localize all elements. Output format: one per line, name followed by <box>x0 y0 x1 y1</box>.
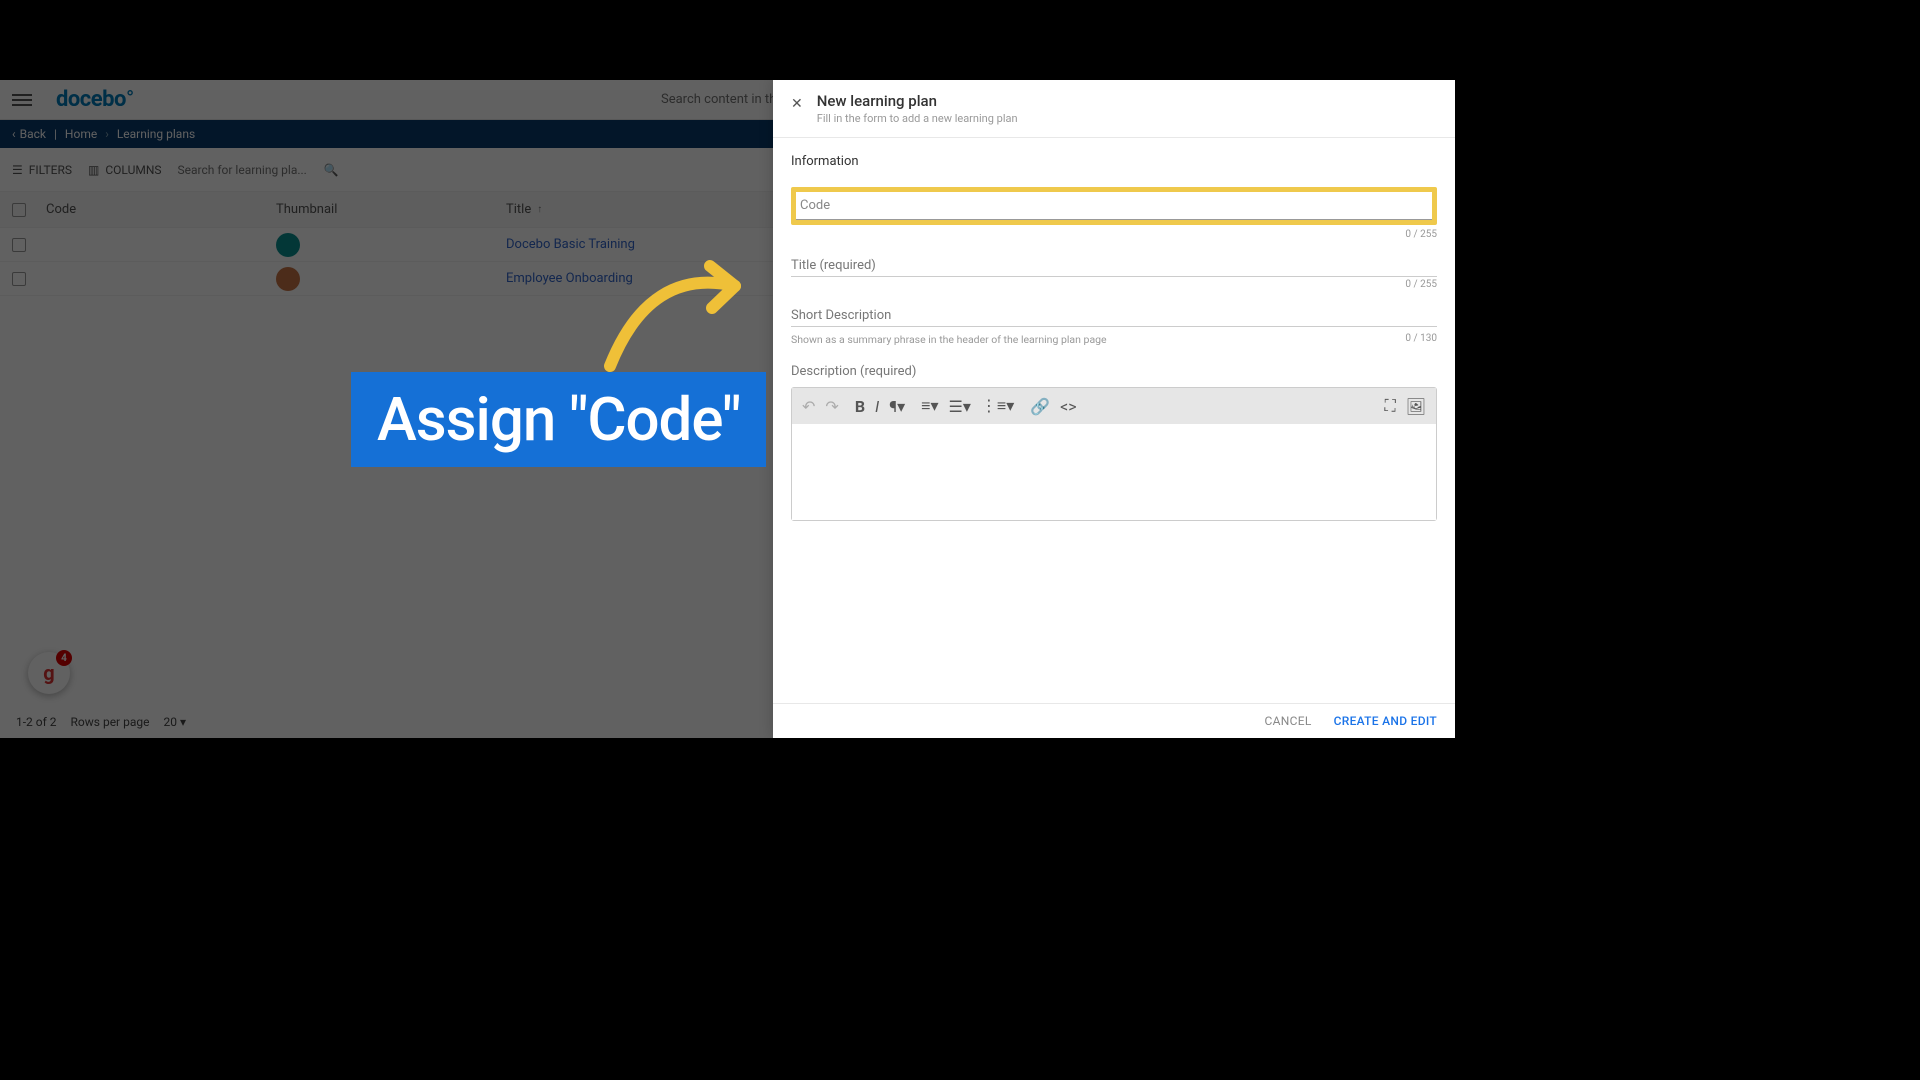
panel-subtitle: Fill in the form to add a new learning p… <box>817 112 1018 125</box>
code-input[interactable] <box>796 192 1432 220</box>
create-and-edit-button[interactable]: CREATE AND EDIT <box>1334 714 1437 728</box>
paragraph-icon[interactable]: ¶▾ <box>889 397 905 416</box>
title-input[interactable] <box>791 273 1437 277</box>
description-textarea[interactable] <box>792 424 1436 520</box>
new-learning-plan-panel: ✕ New learning plan Fill in the form to … <box>773 80 1455 738</box>
italic-icon[interactable]: I <box>875 397 879 416</box>
description-editor: ↶ ↷ B I ¶▾ ≡▾ ☰▾ ⋮≡▾ 🔗 <> <box>791 387 1437 521</box>
align-icon[interactable]: ≡▾ <box>921 396 938 416</box>
bold-icon[interactable]: B <box>855 397 865 416</box>
callout-label: Assign "Code" <box>351 372 766 467</box>
callout-arrow <box>590 246 760 376</box>
panel-title: New learning plan <box>817 92 1018 110</box>
short-desc-hint: Shown as a summary phrase in the header … <box>791 333 1107 346</box>
description-label: Description (required) <box>791 364 1437 379</box>
image-icon[interactable]: 🖼 <box>1406 397 1426 416</box>
title-label: Title (required) <box>791 258 1437 273</box>
fullscreen-icon[interactable]: ⛶ <box>1384 396 1395 416</box>
editor-toolbar: ↶ ↷ B I ¶▾ ≡▾ ☰▾ ⋮≡▾ 🔗 <> <box>792 388 1436 424</box>
link-icon[interactable]: 🔗 <box>1030 397 1050 416</box>
panel-body: Information 0 / 255 Title (required) 0 /… <box>773 138 1455 703</box>
code-icon[interactable]: <> <box>1060 397 1077 416</box>
panel-footer: CANCEL CREATE AND EDIT <box>773 703 1455 738</box>
redo-icon[interactable]: ↷ <box>825 397 838 416</box>
cancel-button[interactable]: CANCEL <box>1265 714 1312 728</box>
unordered-list-icon[interactable]: ⋮≡▾ <box>981 396 1014 416</box>
ordered-list-icon[interactable]: ☰▾ <box>948 397 970 416</box>
code-field-highlight <box>791 187 1437 225</box>
undo-icon[interactable]: ↶ <box>802 397 815 416</box>
section-information: Information <box>791 154 1437 169</box>
panel-header: ✕ New learning plan Fill in the form to … <box>773 80 1455 138</box>
title-counter: 0 / 255 <box>791 279 1437 290</box>
short-desc-label: Short Description <box>791 308 1437 323</box>
code-counter: 0 / 255 <box>791 229 1437 240</box>
short-desc-counter: 0 / 130 <box>1405 333 1437 346</box>
close-icon[interactable]: ✕ <box>791 96 803 112</box>
